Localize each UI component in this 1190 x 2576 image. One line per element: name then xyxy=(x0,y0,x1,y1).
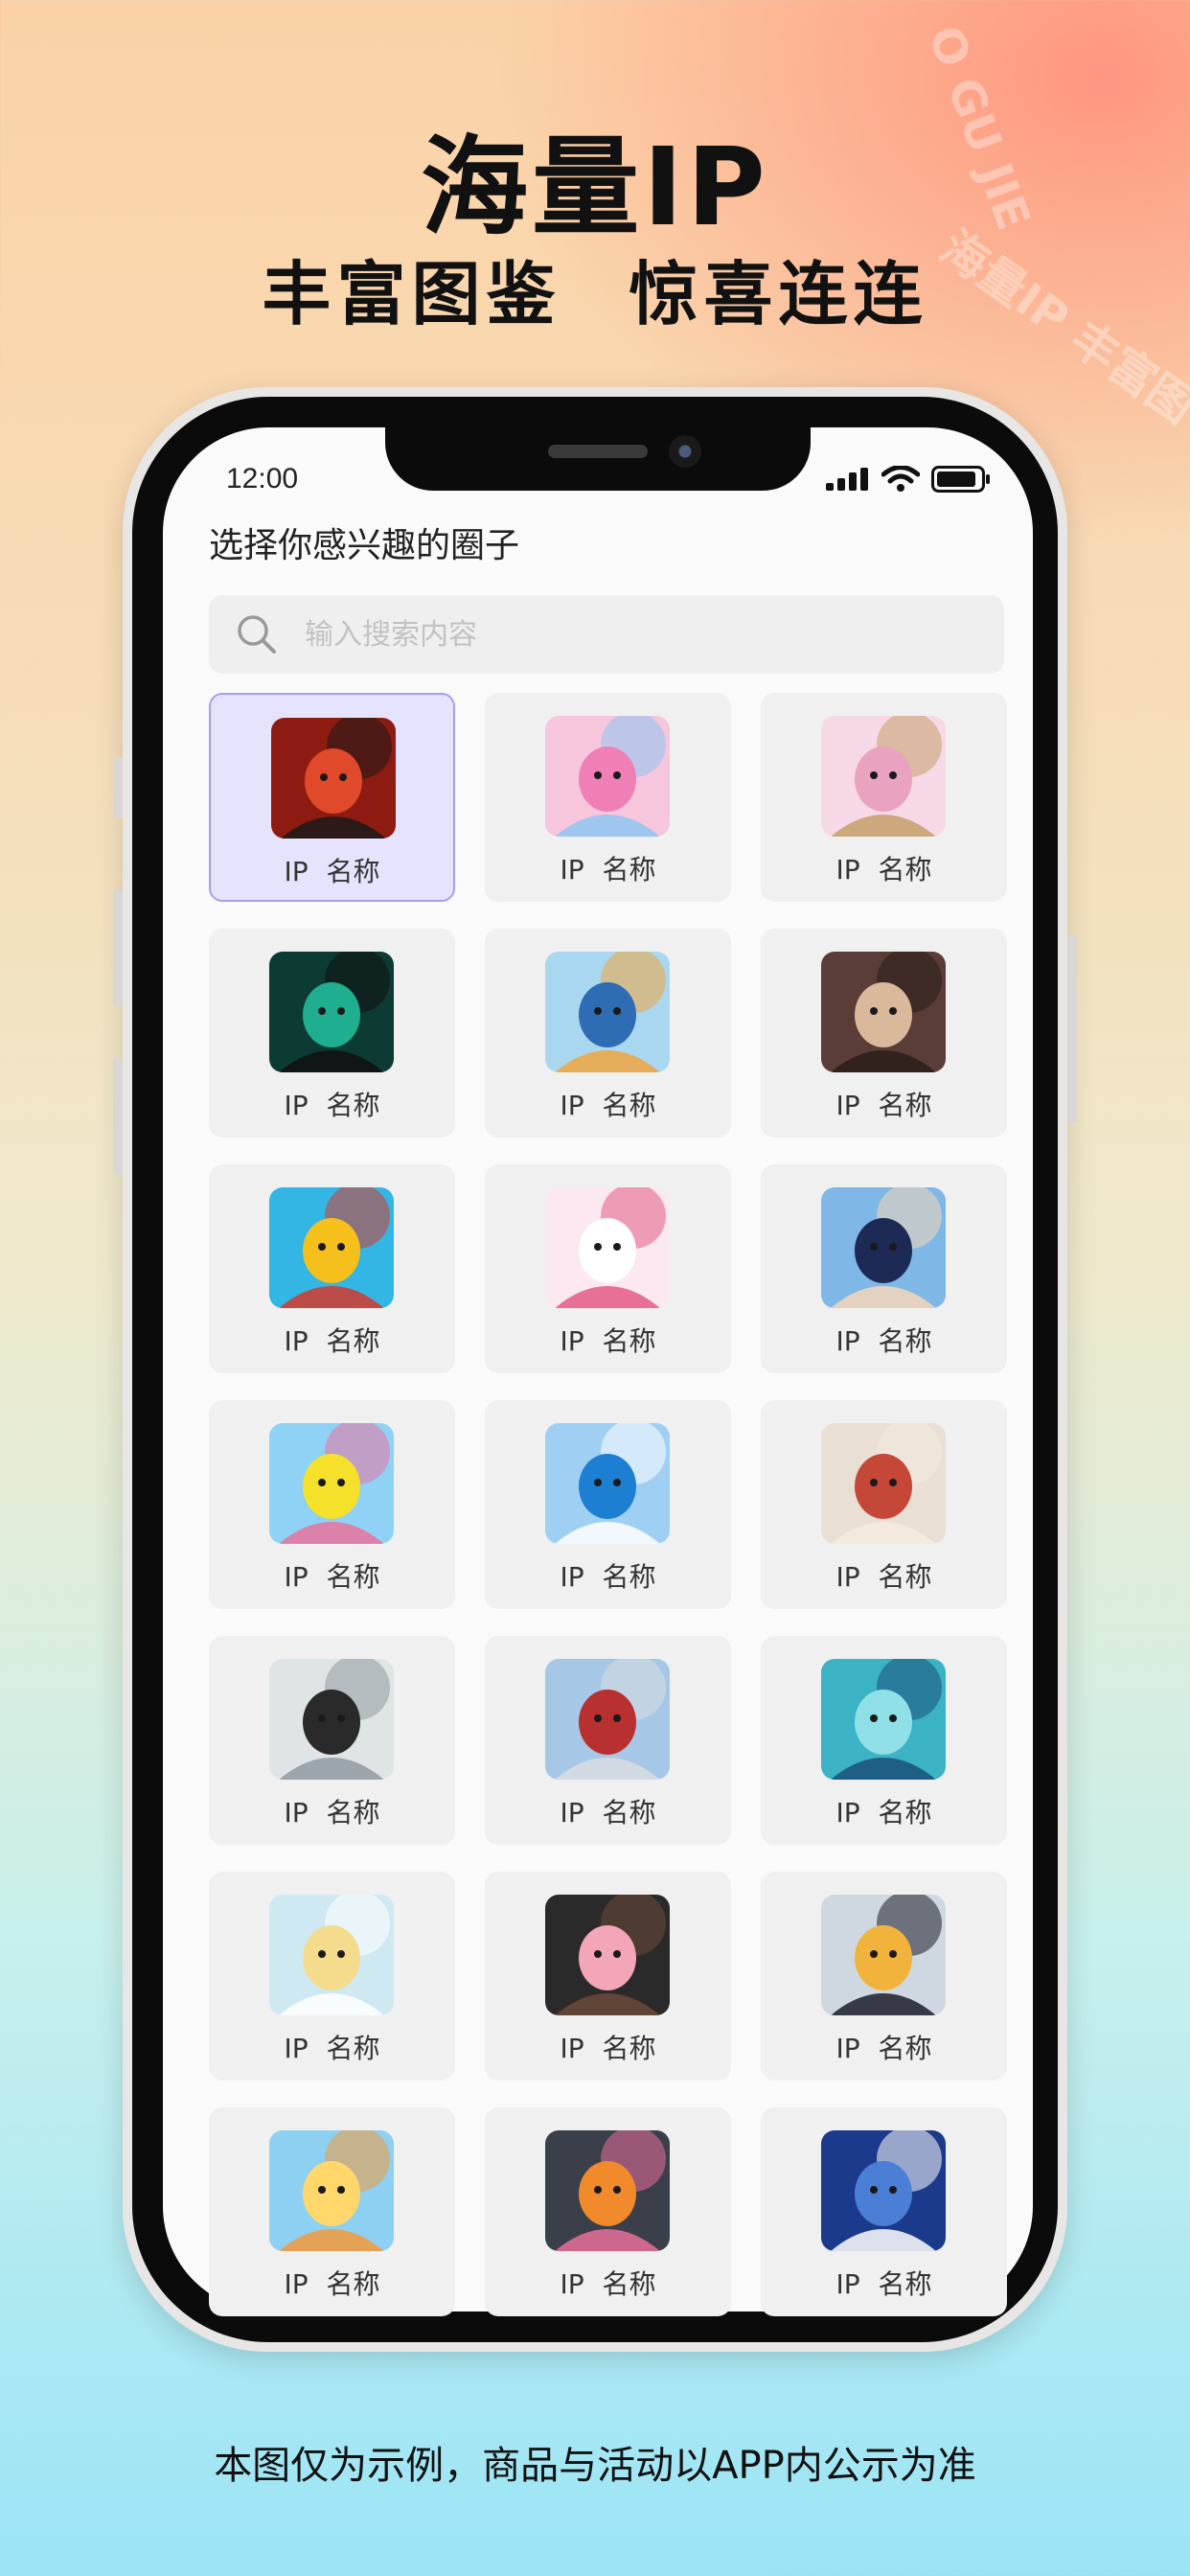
ip-card[interactable]: IP 名称 xyxy=(761,1164,1007,1373)
ip-card-label: IP 名称 xyxy=(560,1797,656,1828)
ip-card-label: IP 名称 xyxy=(835,1325,932,1357)
battery-icon xyxy=(931,466,990,493)
ip-card-label: IP 名称 xyxy=(560,1325,656,1357)
screen-title: 选择你感兴趣的圈子 xyxy=(209,526,520,565)
search-icon xyxy=(238,615,276,654)
ip-card-label: IP 名称 xyxy=(284,2033,380,2064)
mute-switch xyxy=(113,757,123,818)
ip-card[interactable]: IP 名称 xyxy=(209,693,455,902)
ip-card-label: IP 名称 xyxy=(560,2033,656,2064)
ip-card[interactable]: IP 名称 xyxy=(761,1872,1007,2081)
ip-cover-image xyxy=(545,2130,670,2251)
ip-card[interactable]: IP 名称 xyxy=(209,1164,455,1373)
wifi-icon xyxy=(881,466,920,492)
ip-cover-image xyxy=(545,1659,670,1780)
power-button xyxy=(1067,935,1077,1123)
ip-cover-image xyxy=(269,1659,394,1780)
ip-card[interactable]: IP 名称 xyxy=(761,929,1007,1138)
ip-card-label: IP 名称 xyxy=(560,2268,656,2300)
ip-card[interactable]: IP 名称 xyxy=(485,1164,731,1373)
ip-cover-image xyxy=(269,952,394,1072)
search-input[interactable] xyxy=(305,617,880,652)
ip-card[interactable]: IP 名称 xyxy=(485,1400,731,1609)
ip-card[interactable]: IP 名称 xyxy=(761,1400,1007,1609)
ip-cover-image xyxy=(545,716,670,837)
earpiece-speaker xyxy=(548,445,648,458)
ip-card[interactable]: IP 名称 xyxy=(485,1872,731,2081)
ip-card-label: IP 名称 xyxy=(560,854,656,886)
ip-cover-image xyxy=(545,952,670,1072)
ip-card-label: IP 名称 xyxy=(284,1090,380,1121)
ip-cover-image xyxy=(269,1895,394,2015)
signal-icon xyxy=(826,468,868,491)
ip-cover-image xyxy=(545,1187,670,1308)
ip-card[interactable]: IP 名称 xyxy=(761,2107,1007,2316)
disclaimer-note: 本图仅为示例，商品与活动以APP内公示为准 xyxy=(214,2444,976,2488)
ip-cover-image xyxy=(821,2130,946,2251)
ip-card[interactable]: IP 名称 xyxy=(209,1636,455,1845)
ip-cover-image xyxy=(821,1895,946,2015)
ip-card-label: IP 名称 xyxy=(284,1561,380,1593)
ip-card[interactable]: IP 名称 xyxy=(209,929,455,1138)
ip-card-label: IP 名称 xyxy=(560,1561,656,1593)
ip-cover-image xyxy=(821,716,946,837)
ip-card-label: IP 名称 xyxy=(284,1797,380,1828)
status-time: 12:00 xyxy=(226,463,299,494)
ip-card-label: IP 名称 xyxy=(835,2268,932,2300)
ip-cover-image xyxy=(821,1187,946,1308)
ip-card-label: IP 名称 xyxy=(284,1325,380,1357)
ip-card-label: IP 名称 xyxy=(835,1561,932,1593)
ip-cover-image xyxy=(821,952,946,1072)
ip-cover-image xyxy=(821,1659,946,1780)
ip-card-label: IP 名称 xyxy=(560,1090,656,1121)
ip-cover-image xyxy=(269,1187,394,1308)
hero-subtitle: 丰富图鉴 惊喜连连 xyxy=(262,254,928,334)
front-camera xyxy=(669,435,701,468)
ip-cover-image xyxy=(271,718,396,839)
ip-card-label: IP 名称 xyxy=(835,1797,932,1828)
ip-card-label: IP 名称 xyxy=(284,2268,380,2300)
status-icons xyxy=(826,466,991,493)
ip-card-label: IP 名称 xyxy=(835,854,932,886)
notch xyxy=(385,427,811,491)
ip-card-label: IP 名称 xyxy=(835,1090,932,1121)
ip-card[interactable]: IP 名称 xyxy=(209,2107,455,2316)
ip-card[interactable]: IP 名称 xyxy=(485,693,731,902)
ip-cover-image xyxy=(821,1423,946,1544)
ip-card[interactable]: IP 名称 xyxy=(485,929,731,1138)
ip-card[interactable]: IP 名称 xyxy=(761,693,1007,902)
volume-down-button xyxy=(113,1058,123,1175)
hero-title: 海量IP xyxy=(421,126,769,250)
volume-up-button xyxy=(113,889,123,1006)
ip-card[interactable]: IP 名称 xyxy=(209,1400,455,1609)
ip-cover-image xyxy=(269,1423,394,1544)
ip-cover-image xyxy=(269,2130,394,2251)
ip-card-label: IP 名称 xyxy=(284,856,380,887)
ip-card[interactable]: IP 名称 xyxy=(485,1636,731,1845)
ip-card[interactable]: IP 名称 xyxy=(761,1636,1007,1845)
ip-card[interactable]: IP 名称 xyxy=(485,2107,731,2316)
ip-cover-image xyxy=(545,1423,670,1544)
ip-cover-image xyxy=(545,1895,670,2015)
search-bar[interactable] xyxy=(209,595,1004,674)
ip-card[interactable]: IP 名称 xyxy=(209,1872,455,2081)
ip-card-label: IP 名称 xyxy=(835,2033,932,2064)
